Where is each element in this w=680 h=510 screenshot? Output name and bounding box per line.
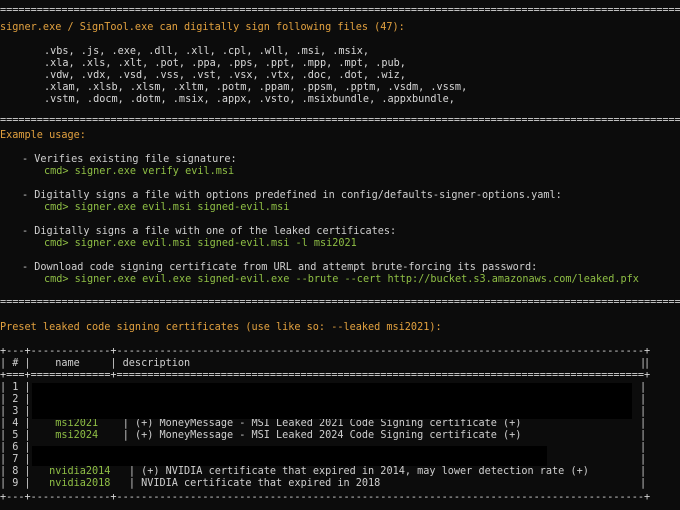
separator-rule-3: ========================================… bbox=[0, 298, 680, 308]
cert-name: nvidia2018 bbox=[49, 478, 111, 489]
table-row: | 9 | nvidia2018 | NVIDIA certificate th… bbox=[0, 478, 381, 489]
row-number: 7 bbox=[12, 454, 19, 465]
cert-description: (+) NVIDIA certificate that expired in 2… bbox=[141, 466, 589, 477]
extensions-line-5: .vstm, .docm, .dotm, .msix, .appx, .vsto… bbox=[44, 94, 455, 105]
cmd-prompt: cmd> bbox=[44, 202, 75, 213]
usage-item-2-cmd: cmd> signer.exe evil.msi signed-evil.msi bbox=[44, 202, 289, 214]
row-number: 9 bbox=[12, 478, 19, 489]
table-right-border: | bbox=[640, 406, 647, 417]
usage-item-4-cmd: cmd> signer.exe evil.exe signed-evil.exe… bbox=[44, 274, 639, 286]
cmd-prompt: cmd> bbox=[44, 274, 75, 285]
cert-name: msi2021 bbox=[55, 418, 99, 429]
row-number: 2 bbox=[12, 394, 19, 405]
usage-item-3-command: signer.exe evil.msi signed-evil.msi -l m… bbox=[74, 238, 357, 249]
row-number: 5 bbox=[12, 430, 19, 441]
usage-item-1-command: signer.exe verify evil.msi bbox=[74, 166, 235, 177]
signer-heading: signer.exe / SignTool.exe can digitally … bbox=[0, 22, 405, 33]
usage-item-4-desc: - Download code signing certificate from… bbox=[22, 262, 538, 273]
cert-description: (+) MoneyMessage - MSI Leaked 2024 Code … bbox=[134, 430, 522, 441]
row-number: 3 bbox=[12, 406, 19, 417]
cert-description: (+) MoneyMessage - MSI Leaked 2021 Code … bbox=[134, 418, 522, 429]
table-row: | 7 | bbox=[0, 454, 31, 465]
table-right-border: | bbox=[640, 382, 647, 393]
redaction-block-2 bbox=[32, 446, 547, 466]
extensions-line-2: .xla, .xls, .xlt, .pot, .ppa, .pps, .ppt… bbox=[44, 58, 406, 69]
usage-item-1-cmd: cmd> signer.exe verify evil.msi bbox=[44, 166, 234, 178]
extensions-line-1: .vbs, .js, .exe, .dll, .xll, .cpl, .wll,… bbox=[44, 46, 370, 57]
row-number: 6 bbox=[12, 442, 19, 453]
usage-item-2-desc: - Digitally signs a file with options pr… bbox=[22, 190, 562, 201]
table-row: | 5 | msi2024 | (+) MoneyMessage - MSI L… bbox=[0, 430, 522, 441]
table-border-bottom: +---+-------------+---------------------… bbox=[0, 492, 651, 503]
table-row: | 2 | bbox=[0, 394, 31, 405]
table-right-border: | bbox=[640, 358, 647, 369]
table-row: | 1 | bbox=[0, 382, 31, 393]
table-row: | 3 | bbox=[0, 406, 31, 417]
cert-name: nvidia2014 bbox=[49, 466, 111, 477]
table-right-border: | bbox=[640, 442, 647, 453]
usage-item-1-desc: - Verifies existing file signature: bbox=[22, 154, 237, 165]
cmd-prompt: cmd> bbox=[44, 166, 75, 177]
table-right-border: | bbox=[640, 466, 647, 477]
preset-heading: Preset leaked code signing certificates … bbox=[0, 322, 442, 333]
table-right-border: | bbox=[640, 394, 647, 405]
row-number: 4 bbox=[12, 418, 19, 429]
usage-item-2-command: signer.exe evil.msi signed-evil.msi bbox=[74, 202, 290, 213]
cert-name: msi2024 bbox=[55, 430, 99, 441]
table-right-border: | bbox=[640, 478, 647, 489]
row-number: 8 bbox=[12, 466, 19, 477]
extensions-line-4: .xlam, .xlsb, .xlsm, .xltm, .potm, .ppam… bbox=[44, 82, 468, 93]
cmd-prompt: cmd> bbox=[44, 238, 75, 249]
usage-item-4-command: signer.exe evil.exe signed-evil.exe --br… bbox=[74, 274, 639, 285]
separator-rule-2: ========================================… bbox=[0, 116, 680, 126]
extensions-line-3: .vdw, .vdx, .vsd, .vss, .vst, .vsx, .vtx… bbox=[44, 70, 406, 81]
usage-item-3-desc: - Digitally signs a file with one of the… bbox=[22, 226, 397, 237]
cert-description: NVIDIA certificate that expired in 2018 bbox=[141, 478, 381, 489]
table-header-row: | # | name | description | bbox=[0, 358, 651, 369]
table-right-border: | bbox=[640, 454, 647, 465]
table-row: | 6 | bbox=[0, 442, 31, 453]
table-row: | 4 | msi2021 | (+) MoneyMessage - MSI L… bbox=[0, 418, 522, 429]
table-row: | 8 | nvidia2014 | (+) NVIDIA certificat… bbox=[0, 466, 589, 477]
redaction-block-1 bbox=[32, 383, 632, 419]
table-border-top: +---+-------------+---------------------… bbox=[0, 346, 651, 357]
row-number: 1 bbox=[12, 382, 19, 393]
table-border-mid: +===+=============+=====================… bbox=[0, 370, 651, 381]
usage-item-3-cmd: cmd> signer.exe evil.msi signed-evil.msi… bbox=[44, 238, 357, 250]
table-right-border: | bbox=[640, 418, 647, 429]
usage-heading: Example usage: bbox=[0, 130, 86, 141]
table-right-border: | bbox=[640, 430, 647, 441]
separator-rule-top: ========================================… bbox=[0, 6, 680, 16]
